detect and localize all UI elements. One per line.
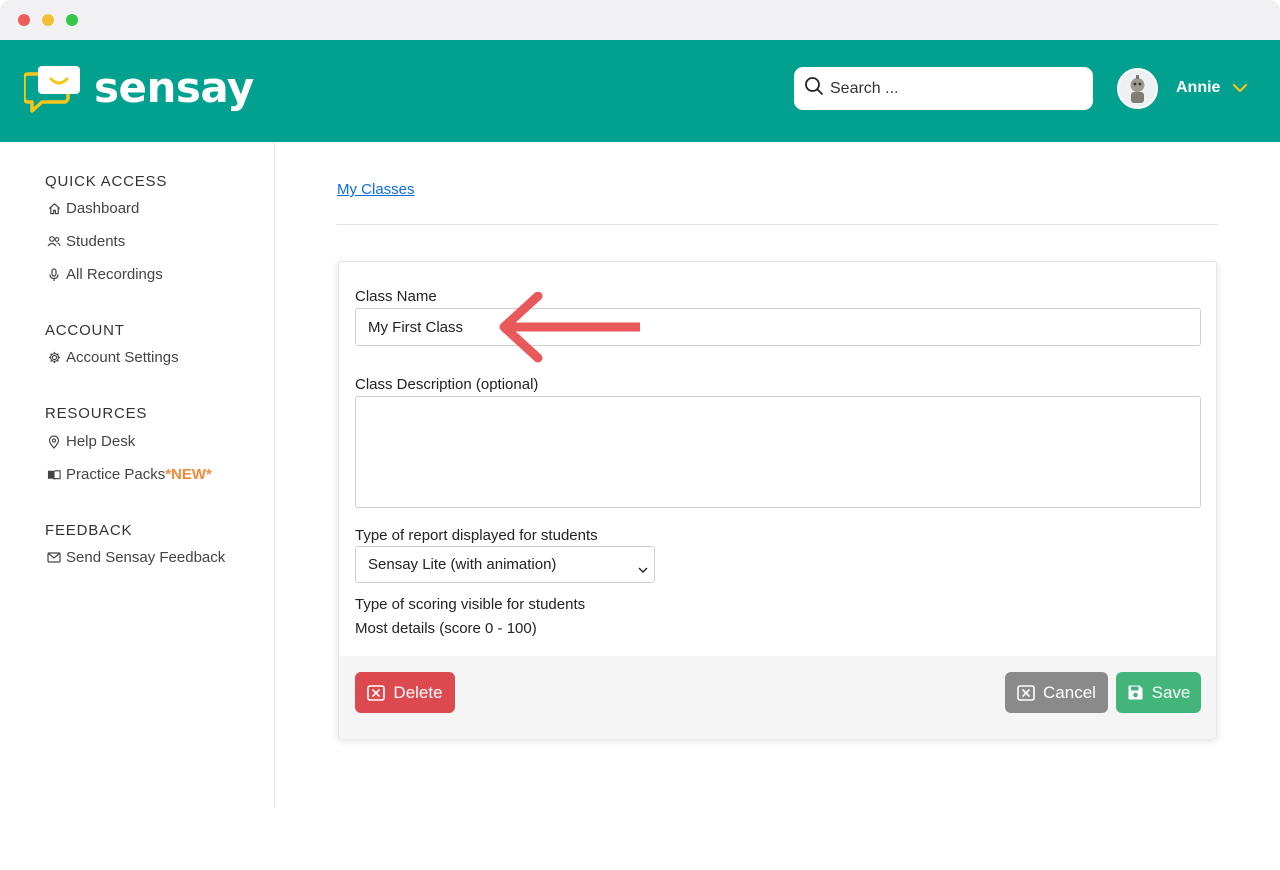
search-icon	[804, 76, 824, 101]
report-type-value: Sensay Lite (with animation)	[368, 556, 557, 573]
users-icon	[47, 235, 61, 249]
class-description-textarea[interactable]	[355, 396, 1201, 508]
mic-icon	[47, 267, 61, 282]
search-input[interactable]	[830, 79, 1070, 98]
sidebar-item-dashboard[interactable]: Dashboard	[47, 200, 139, 217]
sidebar-item-label: Help Desk	[66, 433, 136, 450]
sidebar-section-title: ACCOUNT	[45, 322, 125, 339]
sidebar-item-help-desk[interactable]: Help Desk	[47, 433, 135, 450]
user-name[interactable]: Annie	[1176, 79, 1220, 97]
mail-icon	[47, 551, 61, 565]
save-button-label: Save	[1151, 682, 1191, 702]
home-icon	[47, 202, 61, 216]
brand-name: sensay	[94, 63, 254, 112]
avatar[interactable]	[1117, 68, 1158, 109]
breadcrumb[interactable]: My Classes	[337, 181, 415, 198]
sidebar: QUICK ACCESS Dashboard Students All Reco…	[0, 142, 275, 808]
delete-button-label: Delete	[393, 682, 443, 702]
window-titlebar	[0, 0, 1280, 40]
sidebar-item-label: Practice Packs	[66, 466, 166, 483]
chat-bubble-smile-icon	[24, 64, 82, 116]
divider	[337, 224, 1218, 225]
close-box-icon	[367, 684, 386, 701]
chevron-down-icon	[638, 561, 648, 578]
delete-button[interactable]: Delete	[355, 672, 455, 713]
sidebar-item-label: Students	[66, 233, 126, 250]
window-maximize-button[interactable]	[66, 14, 78, 26]
scoring-type-value: Most details (score 0 - 100)	[355, 620, 537, 637]
sidebar-item-label: Dashboard	[66, 200, 140, 217]
window-close-button[interactable]	[18, 14, 30, 26]
sidebar-item-account-settings[interactable]: Account Settings	[47, 349, 179, 366]
floppy-disk-icon	[1127, 684, 1144, 701]
pin-icon	[47, 434, 61, 449]
chevron-down-icon[interactable]	[1232, 80, 1248, 101]
sidebar-item-practice-packs[interactable]: Practice Packs *NEW*	[47, 466, 212, 483]
form-footer: Delete Cancel Save	[339, 656, 1216, 739]
app-header: sensay Annie	[0, 40, 1280, 142]
save-button[interactable]: Save	[1116, 672, 1201, 713]
sidebar-section-title: FEEDBACK	[45, 522, 133, 539]
class-description-label: Class Description (optional)	[355, 376, 539, 393]
cancel-button[interactable]: Cancel	[1005, 672, 1108, 713]
edit-class-form: Class Name Class Description (optional) …	[338, 261, 1217, 739]
gear-icon	[47, 351, 61, 365]
close-box-icon	[1017, 684, 1035, 701]
window-minimize-button[interactable]	[42, 14, 54, 26]
new-badge: *NEW*	[165, 466, 212, 483]
search-box[interactable]	[794, 67, 1093, 110]
sidebar-section-title: RESOURCES	[45, 405, 148, 422]
book-icon	[47, 468, 61, 482]
cancel-button-label: Cancel	[1043, 682, 1096, 702]
sidebar-item-students[interactable]: Students	[47, 233, 125, 250]
sidebar-item-all-recordings[interactable]: All Recordings	[47, 266, 163, 283]
class-name-input[interactable]	[355, 308, 1201, 346]
sidebar-item-send-feedback[interactable]: Send Sensay Feedback	[47, 549, 225, 566]
sidebar-item-label: Account Settings	[66, 349, 179, 366]
sidebar-section-title: QUICK ACCESS	[45, 173, 168, 190]
brand-logo[interactable]: sensay	[24, 62, 254, 118]
scoring-type-label: Type of scoring visible for students	[355, 596, 586, 613]
annotation-arrow-icon	[499, 292, 640, 363]
sidebar-item-label: Send Sensay Feedback	[66, 549, 226, 566]
sidebar-item-label: All Recordings	[66, 266, 163, 283]
class-name-label: Class Name	[355, 288, 437, 305]
report-type-label: Type of report displayed for students	[355, 527, 598, 544]
report-type-select[interactable]: Sensay Lite (with animation)	[355, 546, 655, 583]
